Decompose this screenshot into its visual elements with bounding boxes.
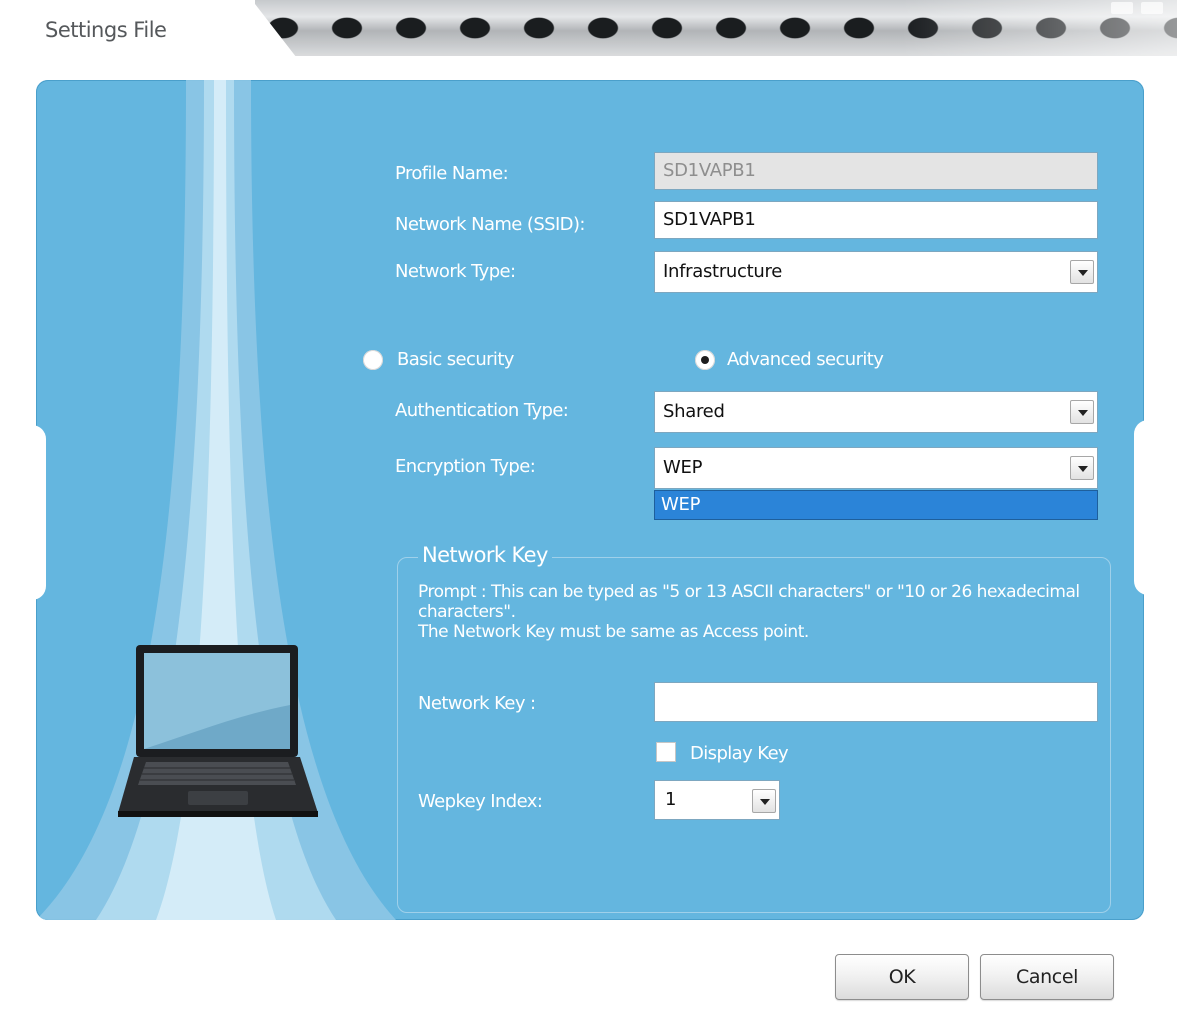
chevron-down-icon[interactable] [1070,456,1094,480]
wepkey-index-value: 1 [665,789,677,810]
network-type-select[interactable]: Infrastructure [654,251,1098,293]
title-decoration [255,0,1177,56]
ssid-label: Network Name (SSID): [395,214,585,235]
network-type-value: Infrastructure [663,261,782,282]
advanced-security-label[interactable]: Advanced security [727,349,884,370]
laptop-icon [118,645,318,820]
advanced-security-radio[interactable] [695,350,715,370]
encryption-type-label: Encryption Type: [395,456,536,477]
wepkey-index-label: Wepkey Index: [418,791,543,812]
encryption-type-value: WEP [663,457,703,478]
ssid-input[interactable]: SD1VAPB1 [654,201,1098,239]
chevron-down-icon[interactable] [1070,260,1094,284]
network-key-label: Network Key : [418,693,536,714]
auth-type-select[interactable]: Shared [654,391,1098,433]
display-key-checkbox[interactable] [656,742,676,762]
title-bar: Settings File [0,0,1177,64]
display-key-label[interactable]: Display Key [690,743,789,764]
window-title: Settings File [45,18,167,42]
ok-button[interactable]: OK [835,954,969,1000]
network-key-group-title: Network Key [418,543,552,567]
network-key-prompt: Prompt : This can be typed as "5 or 13 A… [418,582,1098,642]
auth-type-label: Authentication Type: [395,400,569,421]
profile-name-label: Profile Name: [395,163,509,184]
window-controls [1111,2,1163,14]
chevron-down-icon[interactable] [752,789,776,813]
cancel-button[interactable]: Cancel [980,954,1114,1000]
basic-security-label[interactable]: Basic security [397,349,514,370]
chevron-down-icon[interactable] [1070,400,1094,424]
minimize-button[interactable] [1111,2,1133,14]
network-key-input[interactable] [654,682,1098,722]
network-type-label: Network Type: [395,261,516,282]
settings-file-window: Settings File Profile Name: SD1VAPB1 Net… [0,0,1177,1014]
profile-name-field: SD1VAPB1 [654,152,1098,190]
basic-security-radio[interactable] [363,350,383,370]
encryption-dropdown-option[interactable]: WEP [654,490,1098,520]
wepkey-index-select[interactable]: 1 [654,780,780,820]
prompt-text: Prompt : This can be typed as "5 or 13 A… [418,582,1080,622]
auth-type-value: Shared [663,401,725,422]
encryption-type-select[interactable]: WEP [654,447,1098,489]
prompt-note: The Network Key must be same as Access p… [418,622,809,642]
close-button[interactable] [1141,2,1163,14]
panel-notch-right [1134,420,1158,595]
